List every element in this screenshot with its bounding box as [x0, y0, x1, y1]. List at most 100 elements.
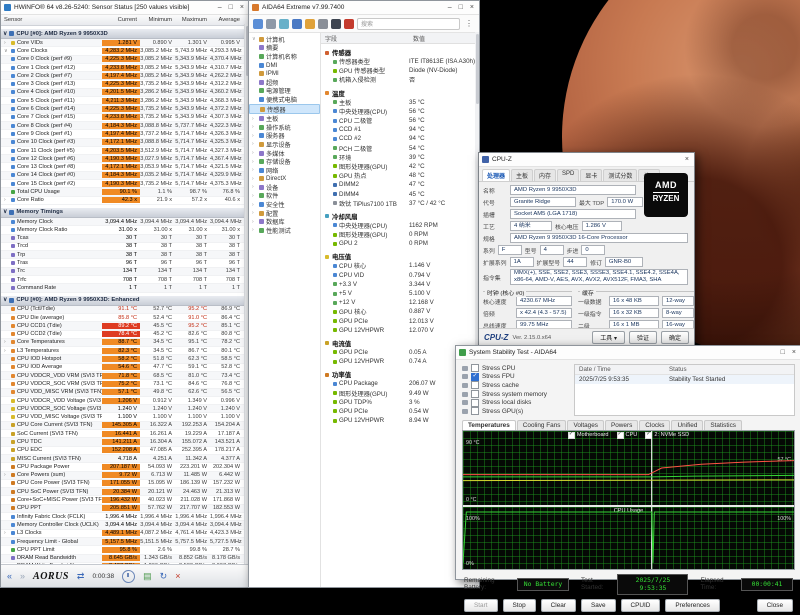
col-maximum[interactable]: Maximum: [175, 17, 210, 23]
stress-checkbox[interactable]: [471, 407, 479, 415]
collapse-icon[interactable]: ∨: [3, 297, 7, 303]
sensor-sync-icon[interactable]: ⇄: [77, 572, 85, 581]
stress-checkbox[interactable]: [471, 373, 479, 381]
sensor-row[interactable]: CPU VDDCR_SOC VRM (SVI3 TFN) 75.2 °C 73.…: [1, 380, 249, 388]
col-average[interactable]: Average: [210, 17, 243, 23]
tree-item[interactable]: ∨ 计算机: [249, 35, 320, 44]
tree-expand-icon[interactable]: ›: [252, 159, 257, 165]
graph-tab[interactable]: Temperatures: [462, 420, 516, 430]
test-button[interactable]: Stop: [503, 599, 536, 612]
tree-expand-icon[interactable]: ›: [252, 150, 257, 156]
tree-item[interactable]: 电源管理: [249, 87, 320, 96]
sensor-value-row[interactable]: CCD #2 94 °C: [321, 134, 479, 143]
tree-item[interactable]: › 多媒体: [249, 149, 320, 158]
sensor-row[interactable]: CPU VDDCR_VDD Voltage (SVI3 T... 1.206 V…: [1, 397, 249, 405]
cpuz-tab[interactable]: 内存: [534, 169, 556, 181]
benchmark-icon[interactable]: [292, 19, 302, 29]
tree-expand-icon[interactable]: ›: [252, 219, 257, 225]
sensor-row[interactable]: CPU Package Power 207.187 W 54.093 W 223…: [1, 463, 249, 471]
tree-item[interactable]: 摘要: [249, 44, 320, 53]
sensor-row[interactable]: Core 2 Clock (perf #7) 4,197.4 MHz 3,085…: [1, 72, 249, 80]
sensor-row[interactable]: Core 12 Clock (perf #6) 4,190.3 MHz 3,02…: [1, 155, 249, 163]
sensor-row[interactable]: Total CPU Usage 90.1 % 1.1 % 98.7 % 76.8…: [1, 188, 249, 196]
tree-expand-icon[interactable]: ›: [252, 124, 257, 130]
sensor-row[interactable]: CPU Die (average) 85.8 °C 52.4 °C 91.0 °…: [1, 314, 249, 322]
expand-icon[interactable]: ›: [4, 40, 9, 46]
overflow-menu-icon[interactable]: ⋮: [463, 19, 475, 28]
tree-expand-icon[interactable]: ›: [252, 193, 257, 199]
collapse-icon[interactable]: ∨: [3, 209, 7, 215]
sensor-row[interactable]: Tras 96 T 96 T 96 T 96 T: [1, 259, 249, 267]
sensor-row[interactable]: CPU EDC 152.208 A 47.085 A 252.395 A 178…: [1, 447, 249, 455]
log-col-datetime[interactable]: Date / Time: [575, 366, 665, 373]
sensor-row[interactable]: Trc 134 T 134 T 134 T 134 T: [1, 268, 249, 276]
sensor-row[interactable]: › L3 Clocks 4,489.1 MHz 4,087.2 MHz 4,76…: [1, 530, 249, 538]
sensor-value-row[interactable]: 传感器类型 ITE IT8613E (ISA A30h): [321, 57, 479, 66]
stress-option[interactable]: Stress FPU: [462, 373, 568, 382]
sensor-row[interactable]: CPU CCD2 (Tdie) 78.4 °C 45.2 °C 82.6 °C …: [1, 331, 249, 339]
sensor-value-row[interactable]: GPU PCIe 12.013 V: [321, 317, 479, 326]
tree-item[interactable]: › 数据库: [249, 217, 320, 226]
stress-option[interactable]: Stress system memory: [462, 390, 568, 399]
sensor-row[interactable]: › Core VIDs 1.281 V 0.890 V 1.301 V 0.99…: [1, 39, 249, 47]
tree-item[interactable]: DMI: [249, 61, 320, 70]
log-col-status[interactable]: Status: [665, 366, 794, 373]
tree-item[interactable]: 传感器: [249, 104, 320, 115]
devices-icon[interactable]: [279, 19, 289, 29]
tree-expand-icon[interactable]: ›: [252, 133, 257, 139]
sensor-value-row[interactable]: DIMM4 45 °C: [321, 189, 479, 198]
close-icon[interactable]: ×: [792, 347, 796, 358]
sensor-row[interactable]: Core 13 Clock (perf #8) 4,172.1 MHz 3,05…: [1, 163, 249, 171]
expand-icon[interactable]: ›: [4, 197, 9, 203]
tree-item[interactable]: › 设备: [249, 183, 320, 192]
sensor-value-row[interactable]: GPU 核心 0.887 V: [321, 307, 479, 316]
clock-icon[interactable]: [122, 570, 135, 583]
close-icon[interactable]: ×: [470, 2, 474, 13]
close-icon[interactable]: ×: [240, 2, 244, 13]
prev-page-icon[interactable]: «: [7, 572, 12, 581]
tree-item[interactable]: › 存储设备: [249, 157, 320, 166]
tree-item[interactable]: 计算机名称: [249, 52, 320, 61]
tree-item[interactable]: › 主板: [249, 114, 320, 123]
sensor-row[interactable]: Core 8 Clock (perf #4) 4,184.3 MHz 3,088…: [1, 122, 249, 130]
sensor-row[interactable]: Core 11 Clock (perf #5) 4,203.5 MHz 3,51…: [1, 147, 249, 155]
test-button[interactable]: Preferences: [665, 599, 719, 612]
tree-item[interactable]: › 网络: [249, 166, 320, 175]
stability-titlebar[interactable]: System Stability Test - AIDA64 □ ×: [456, 346, 800, 360]
cpuz-tab[interactable]: 显卡: [580, 169, 602, 181]
sensor-row[interactable]: Core 6 Clock (perf #14) 4,225.3 MHz 3,73…: [1, 105, 249, 113]
sensor-value-row[interactable]: +5 V 5.100 V: [321, 289, 479, 298]
cpuz-titlebar[interactable]: CPU-Z ×: [479, 153, 694, 167]
sensor-row[interactable]: CPU (Tctl/Tdie) 91.1 °C 52.7 °C 95.2 °C …: [1, 306, 249, 314]
sensor-section-header[interactable]: ∨ CPU [#0]: AMD Ryzen 9 9950X3D: [1, 28, 249, 39]
sensor-section-header[interactable]: ∨ CPU [#0]: AMD Ryzen 9 9950X3D: Enhance…: [1, 295, 249, 306]
sensor-row[interactable]: CPU CCD1 (Tdie) 89.2 °C 45.5 °C 95.2 °C …: [1, 322, 249, 330]
sensor-row[interactable]: Core 1 Clock (perf #12) 4,233.8 MHz 3,08…: [1, 64, 249, 72]
sensor-row[interactable]: Tcas 30 T 30 T 30 T 30 T: [1, 235, 249, 243]
tree-expand-icon[interactable]: ›: [252, 116, 257, 122]
test-button[interactable]: CPUID: [621, 599, 661, 612]
expand-icon[interactable]: ∨: [4, 48, 9, 54]
close-sensors-icon[interactable]: ×: [175, 572, 180, 581]
close-icon[interactable]: ×: [685, 154, 689, 165]
sensor-value-row[interactable]: GPU 12VHPWR 12.070 V: [321, 326, 479, 335]
sensor-row[interactable]: › Core Ratio 42.3 x 21.9 x 57.2 x 40.6 x: [1, 197, 249, 205]
sensor-row[interactable]: Trcd 38 T 38 T 38 T 38 T: [1, 243, 249, 251]
sensor-row[interactable]: Core 14 Clock (perf #0) 4,184.3 MHz 3,03…: [1, 172, 249, 180]
tree-item[interactable]: › 软件: [249, 192, 320, 201]
maximize-icon[interactable]: □: [459, 2, 463, 13]
col-current[interactable]: Current: [102, 17, 140, 23]
graph-tab[interactable]: Clocks: [639, 420, 670, 430]
sensor-row[interactable]: Memory Clock Ratio 31.00 x 31.00 x 31.00…: [1, 226, 249, 234]
col-value[interactable]: 数值: [409, 34, 479, 43]
sensor-row[interactable]: CPU VDD_MISC Voltage (SVI3 TFN) 1.100 V …: [1, 413, 249, 421]
expand-icon[interactable]: ›: [4, 472, 9, 478]
sensor-row[interactable]: CPU VDD_MISC VRM (SVI3 TFN) 57.1 °C 49.8…: [1, 389, 249, 397]
search-input[interactable]: 搜索: [357, 18, 460, 30]
minimize-icon[interactable]: –: [448, 2, 452, 13]
graph-tab[interactable]: Cooling Fans: [517, 420, 567, 430]
sensor-row[interactable]: › Core Powers (sum) 9.72 W 6.713 W 11.48…: [1, 472, 249, 480]
tree-expand-icon[interactable]: ›: [252, 176, 257, 182]
sensor-row[interactable]: CPU VDDCR_SOC Voltage (SVI3 T... 1.240 V…: [1, 405, 249, 413]
stress-checkbox[interactable]: [471, 364, 479, 372]
